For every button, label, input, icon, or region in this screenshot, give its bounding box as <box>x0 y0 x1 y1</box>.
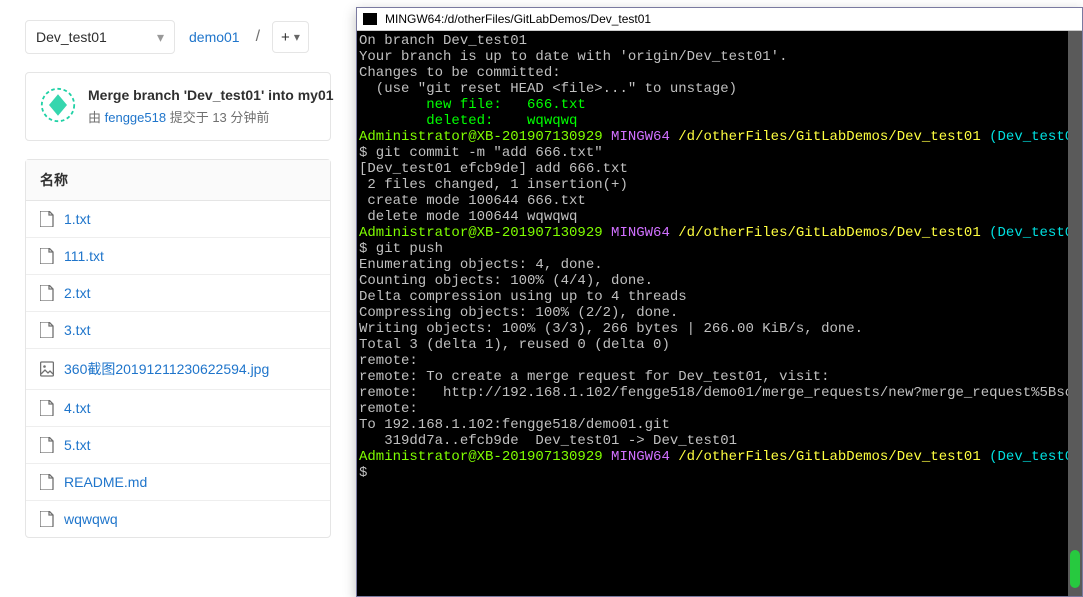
branch-selector-value: Dev_test01 <box>36 29 107 45</box>
file-name: 4.txt <box>64 400 90 416</box>
breadcrumb-root[interactable]: demo01 <box>185 27 244 47</box>
terminal-icon <box>363 13 377 25</box>
commit-by-prefix: 由 <box>88 110 105 125</box>
file-icon <box>40 285 54 301</box>
terminal-titlebar[interactable]: MINGW64:/d/otherFiles/GitLabDemos/Dev_te… <box>357 8 1082 31</box>
file-name: README.md <box>64 474 147 490</box>
terminal-title: MINGW64:/d/otherFiles/GitLabDemos/Dev_te… <box>385 12 651 26</box>
terminal-body[interactable]: On branch Dev_test01Your branch is up to… <box>357 31 1082 596</box>
file-icon <box>40 248 54 264</box>
file-table: 名称 1.txt 111.txt 2.txt 3.txt 360截图2019121123… <box>25 159 331 538</box>
add-file-button[interactable]: + ▾ <box>272 21 309 53</box>
file-icon <box>40 437 54 453</box>
avatar <box>40 87 76 123</box>
file-name: 1.txt <box>64 211 90 227</box>
commit-author[interactable]: fengge518 <box>105 110 166 125</box>
file-name: 111.txt <box>64 248 104 264</box>
commit-time: 13 分钟前 <box>212 110 269 125</box>
commit-message: Merge branch 'Dev_test01' into my01 <box>88 87 334 103</box>
table-row[interactable]: 5.txt <box>26 427 330 464</box>
file-icon <box>40 511 54 527</box>
chevron-down-icon: ▾ <box>294 30 300 44</box>
breadcrumb-separator: / <box>254 28 262 46</box>
table-row[interactable]: wqwqwq <box>26 501 330 537</box>
file-icon <box>40 400 54 416</box>
file-table-header: 名称 <box>26 160 330 201</box>
commit-meta: 由 fengge518 提交于 13 分钟前 <box>88 107 334 126</box>
file-name: wqwqwq <box>64 511 118 527</box>
file-icon <box>40 322 54 338</box>
file-name: 360截图20191211230622594.jpg <box>64 359 269 379</box>
commit-after-author: 提交于 <box>166 110 212 125</box>
table-row[interactable]: README.md <box>26 464 330 501</box>
terminal-window: MINGW64:/d/otherFiles/GitLabDemos/Dev_te… <box>356 7 1083 597</box>
file-name: 3.txt <box>64 322 90 338</box>
chevron-down-icon: ▾ <box>157 29 164 46</box>
file-icon <box>40 474 54 490</box>
file-name: 5.txt <box>64 437 90 453</box>
table-row[interactable]: 111.txt <box>26 238 330 275</box>
commit-info: Merge branch 'Dev_test01' into my01 由 fe… <box>88 87 334 126</box>
latest-commit-card[interactable]: Merge branch 'Dev_test01' into my01 由 fe… <box>25 72 331 141</box>
image-file-icon <box>40 361 54 377</box>
scrollbar-thumb[interactable] <box>1070 550 1080 588</box>
table-row[interactable]: 4.txt <box>26 390 330 427</box>
gitlab-file-browser: Dev_test01 ▾ demo01 / + ▾ Merge branch '… <box>0 0 356 597</box>
scrollbar-vertical[interactable] <box>1068 31 1082 596</box>
plus-icon: + <box>281 29 290 46</box>
table-row[interactable]: 1.txt <box>26 201 330 238</box>
branch-selector[interactable]: Dev_test01 ▾ <box>25 20 175 54</box>
table-row[interactable]: 2.txt <box>26 275 330 312</box>
branch-breadcrumb-row: Dev_test01 ▾ demo01 / + ▾ <box>25 20 331 54</box>
table-row[interactable]: 360截图20191211230622594.jpg <box>26 349 330 390</box>
file-icon <box>40 211 54 227</box>
table-row[interactable]: 3.txt <box>26 312 330 349</box>
file-name: 2.txt <box>64 285 90 301</box>
